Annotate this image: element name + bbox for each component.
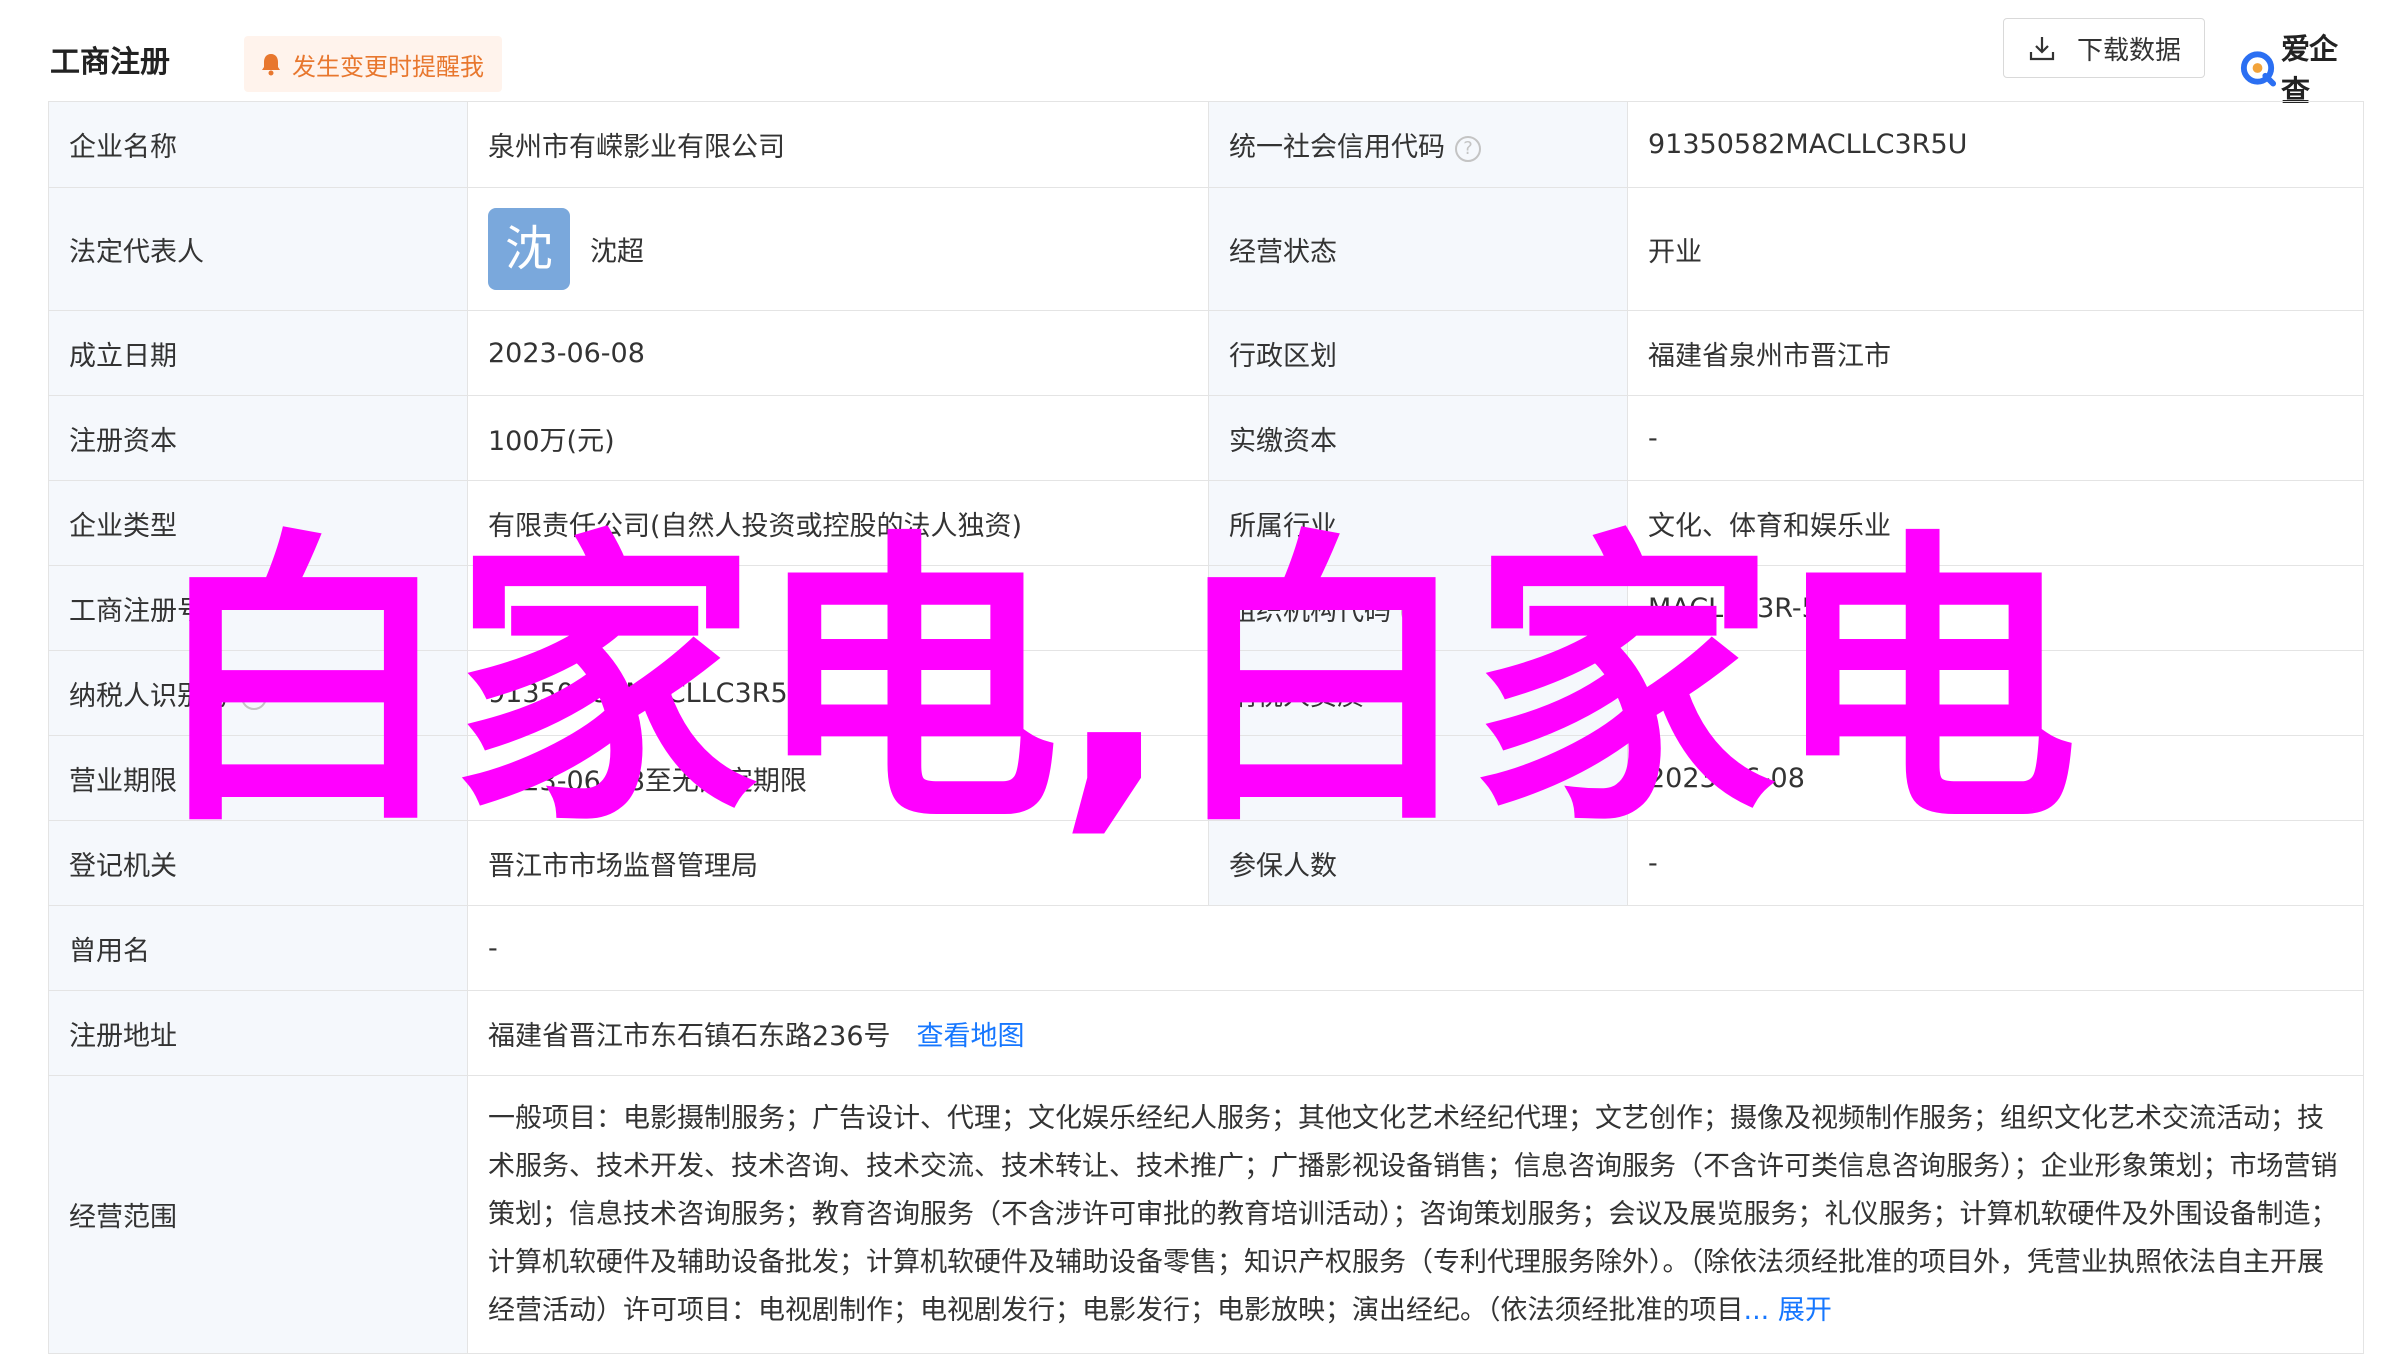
- company-name-value: 泉州市有嵘影业有限公司: [467, 101, 1209, 188]
- scope-label: 经营范围: [48, 1075, 468, 1354]
- help-icon[interactable]: ?: [1455, 135, 1481, 162]
- table-row: 曾用名 -: [48, 905, 2364, 991]
- bell-icon: [262, 54, 280, 76]
- change-alert-button[interactable]: 发生变更时提醒我: [244, 36, 502, 92]
- district-label: 行政区划: [1208, 310, 1628, 396]
- credit-code-value: 91350582MACLLC3R5U: [1627, 101, 2364, 188]
- brand-name: 爱企查: [2281, 32, 2338, 108]
- table-row: 成立日期 2023-06-08 行政区划 福建省泉州市晋江市: [48, 310, 2364, 396]
- status-value: 开业: [1627, 187, 2364, 311]
- district-value: 福建省泉州市晋江市: [1627, 310, 2364, 396]
- change-alert-label: 发生变更时提醒我: [292, 52, 484, 81]
- founded-value: 2023-06-08: [467, 310, 1209, 396]
- scope-cell: 一般项目：电影摄制服务；广告设计、代理；文化娱乐经纪人服务；其他文化艺术经纪代理…: [467, 1075, 2364, 1354]
- table-row: 法定代表人 沈沈超 经营状态 开业: [48, 187, 2364, 311]
- paid-capital-value: -: [1627, 395, 2364, 481]
- table-row: 企业名称 泉州市有嵘影业有限公司 统一社会信用代码? 91350582MACLL…: [48, 101, 2364, 188]
- company-name-label: 企业名称: [48, 101, 468, 188]
- address-cell: 福建省晋江市东石镇石东路236号 查看地图: [467, 990, 2364, 1076]
- legal-rep-name[interactable]: 沈超: [590, 237, 644, 268]
- address-value: 福建省晋江市东石镇石东路236号: [488, 1020, 891, 1052]
- section-header: 工商注册 发生变更时提醒我 下载数据 爱企查: [48, 18, 2363, 108]
- paid-capital-label: 实缴资本: [1208, 395, 1628, 481]
- credit-code-label: 统一社会信用代码: [1229, 132, 1445, 163]
- founded-label: 成立日期: [48, 310, 468, 396]
- reg-capital-label: 注册资本: [48, 395, 468, 481]
- legal-rep-cell: 沈沈超: [467, 187, 1209, 311]
- former-name-value: -: [467, 905, 2364, 991]
- download-icon: [2029, 37, 2055, 61]
- avatar[interactable]: 沈: [488, 208, 570, 290]
- section-title: 工商注册: [50, 45, 170, 80]
- view-map-link[interactable]: 查看地图: [917, 1021, 1025, 1052]
- credit-code-label-cell: 统一社会信用代码?: [1208, 101, 1628, 188]
- download-data-button[interactable]: 下载数据: [2003, 18, 2205, 78]
- reg-capital-value: 100万(元): [467, 395, 1209, 481]
- brand-logo[interactable]: 爱企查: [2238, 26, 2363, 110]
- watermark-overlay: 白家电,白家电: [150, 507, 2078, 863]
- table-row: 经营范围 一般项目：电影摄制服务；广告设计、代理；文化娱乐经纪人服务；其他文化艺…: [48, 1075, 2364, 1354]
- status-label: 经营状态: [1208, 187, 1628, 311]
- download-data-label: 下载数据: [2076, 35, 2181, 66]
- legal-rep-label: 法定代表人: [48, 187, 468, 311]
- expand-link[interactable]: ... 展开: [1744, 1295, 1832, 1326]
- table-row: 注册资本 100万(元) 实缴资本 -: [48, 395, 2364, 481]
- address-label: 注册地址: [48, 990, 468, 1076]
- brand-logo-icon: [2240, 51, 2277, 87]
- scope-value: 一般项目：电影摄制服务；广告设计、代理；文化娱乐经纪人服务；其他文化艺术经纪代理…: [488, 1102, 2338, 1326]
- table-row: 注册地址 福建省晋江市东石镇石东路236号 查看地图: [48, 990, 2364, 1076]
- former-name-label: 曾用名: [48, 905, 468, 991]
